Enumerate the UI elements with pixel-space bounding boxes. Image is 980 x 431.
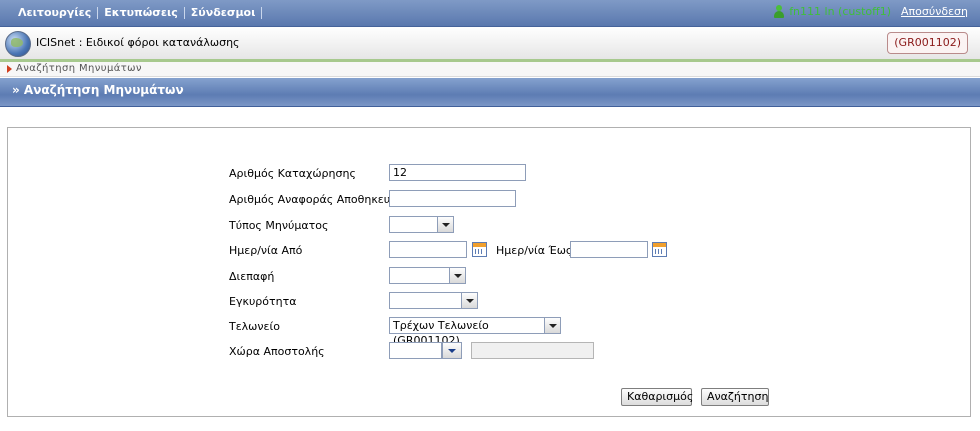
chevron-down-icon[interactable]	[437, 217, 453, 232]
logout-link[interactable]: Αποσύνδεση	[901, 5, 968, 18]
chevron-down-icon[interactable]	[544, 318, 560, 333]
top-menu-bar: Λειτουργίες Εκτυπώσεις Σύνδεσμοι fn111 l…	[0, 0, 980, 27]
date-to-label: Ημερ/νία Έως	[496, 244, 573, 257]
consignor-reference-label: Αριθμός Αναφοράς Αποθηκευτή	[229, 193, 404, 206]
calendar-icon[interactable]	[652, 242, 667, 257]
page-title: » Αναζήτηση Μηνυμάτων	[12, 83, 184, 97]
date-from-input[interactable]	[389, 241, 467, 258]
customs-office-badge[interactable]: (GR001102)	[887, 32, 968, 54]
menu-links[interactable]: Σύνδεσμοι	[185, 6, 262, 19]
section-header: » Αναζήτηση Μηνυμάτων	[0, 78, 980, 107]
validity-label: Εγκυρότητα	[229, 295, 297, 308]
message-type-select[interactable]	[389, 216, 454, 233]
clear-button[interactable]: Καθαρισμός	[621, 388, 693, 406]
registration-number-input[interactable]: 12	[389, 164, 526, 181]
breadcrumb-item[interactable]: Αναζήτηση Μηνυμάτων	[16, 63, 142, 74]
dispatch-country-name-field	[471, 342, 594, 359]
chevron-down-icon[interactable]	[461, 293, 477, 308]
message-type-label: Τύπος Μηνύματος	[229, 219, 329, 232]
validity-select[interactable]	[389, 292, 478, 309]
interface-label: Διεπαφή	[229, 270, 275, 283]
date-to-input[interactable]	[570, 241, 648, 258]
interface-select[interactable]	[389, 267, 466, 284]
calendar-icon[interactable]	[472, 242, 487, 257]
menu-operations[interactable]: Λειτουργίες	[12, 6, 97, 19]
breadcrumb: Αναζήτηση Μηνυμάτων	[0, 62, 980, 77]
consignor-reference-input[interactable]	[389, 190, 516, 207]
app-header: ICISnet : Ειδικοί φόροι κατανάλωσης (GR0…	[0, 27, 980, 62]
user-box: fn111 ln (custoff1) Αποσύνδεση	[773, 5, 968, 18]
search-button[interactable]: Αναζήτηση	[701, 388, 769, 406]
customs-office-label: Τελωνείο	[229, 320, 280, 333]
user-icon	[773, 5, 785, 18]
main-menu: Λειτουργίες Εκτυπώσεις Σύνδεσμοι	[12, 6, 263, 19]
globe-logo-icon	[5, 31, 31, 57]
menu-separator	[261, 6, 263, 19]
dispatch-country-dropdown-button[interactable]	[442, 342, 462, 359]
app-title: ICISnet : Ειδικοί φόροι κατανάλωσης	[36, 36, 240, 49]
chevron-down-icon[interactable]	[449, 268, 465, 283]
dispatch-country-code-input[interactable]	[389, 342, 442, 359]
customs-office-select[interactable]: Τρέχων Τελωνείο (GR001102)	[389, 317, 561, 347]
current-user: fn111 ln (custoff1)	[789, 5, 892, 18]
registration-number-label: Αριθμός Καταχώρησης	[229, 167, 356, 180]
menu-prints[interactable]: Εκτυπώσεις	[98, 6, 184, 19]
dispatch-country-label: Χώρα Αποστολής	[229, 345, 325, 358]
breadcrumb-arrow-icon	[7, 65, 12, 73]
date-from-label: Ημερ/νία Από	[229, 244, 303, 257]
